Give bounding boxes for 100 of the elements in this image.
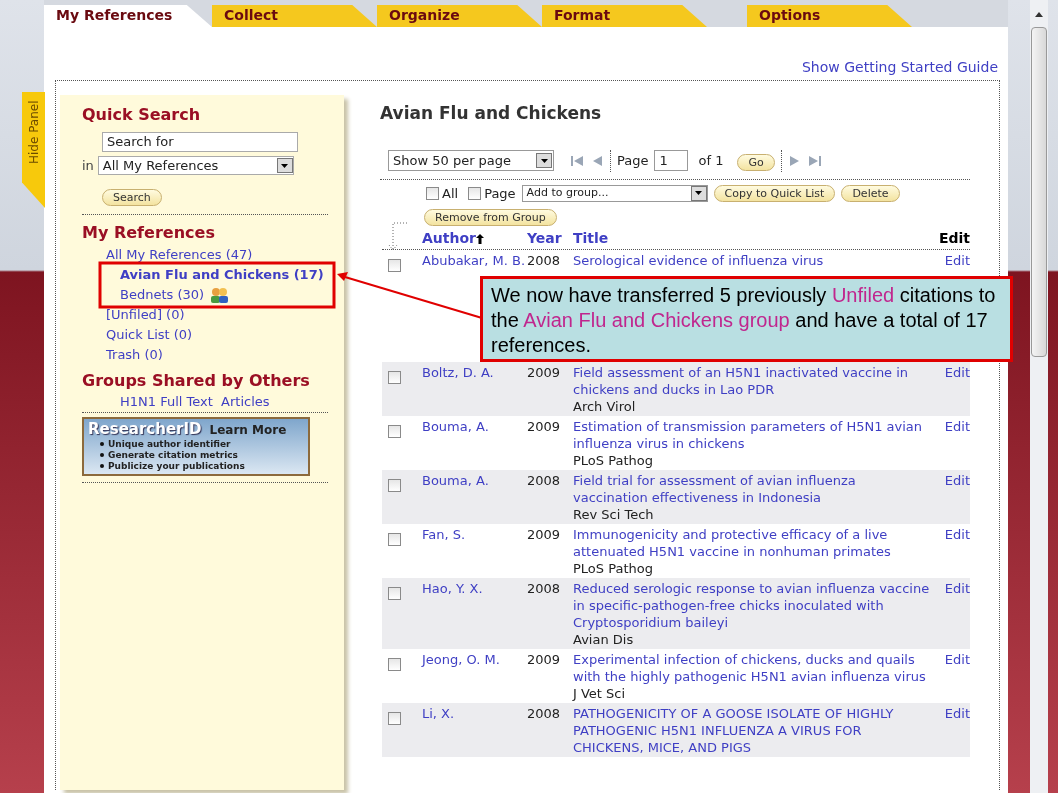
shared-group-link[interactable]: H1N1 Full Text Articles <box>120 392 328 410</box>
search-field[interactable]: Search for <box>102 131 298 152</box>
remove-from-group-button[interactable]: Remove from Group <box>424 209 557 226</box>
group-link[interactable]: Bednets (30) <box>120 284 205 305</box>
panel-heading: Groups Shared by Others <box>82 369 311 392</box>
column-header[interactable]: Author <box>422 228 527 251</box>
year-cell-text: 2008 <box>527 472 562 489</box>
column-header[interactable]: Edit <box>934 228 970 251</box>
checkbox[interactable] <box>388 587 401 600</box>
nav-tab[interactable]: Format <box>542 5 707 27</box>
title-link[interactable]: Field assessment of an H5N1 inactivated vaccine in chickens and ducks in Lao PDR <box>573 364 934 398</box>
edit-link[interactable]: Edit <box>934 472 970 489</box>
banner-bullet: Generate citation metrics <box>108 449 238 461</box>
column-header[interactable]: Year <box>527 228 573 251</box>
checkbox[interactable] <box>388 533 401 546</box>
scrollbar[interactable] <box>1030 0 1048 793</box>
column-header[interactable]: Title <box>573 228 934 251</box>
edit-link[interactable]: Edit <box>934 418 970 435</box>
journal-name: Arch Virol <box>573 398 637 415</box>
bullet-icon <box>100 453 104 457</box>
edit-link[interactable]: Edit <box>934 651 970 668</box>
last-page-icon[interactable] <box>807 154 822 167</box>
first-page-icon[interactable] <box>570 154 584 167</box>
title-link[interactable]: Reduced serologic response to avian influenza vaccine in specific-pathogen-free chicks inoculated with Cryptosporidium baileyi <box>573 580 934 631</box>
title-link[interactable]: Immunogenicity and protective efficacy of a live attenuated H5N1 vaccine in nonhuman primates <box>573 526 934 560</box>
journal-name: PLoS Pathog <box>573 452 654 469</box>
group-link[interactable]: Trash (0) <box>106 344 163 365</box>
page-size-select[interactable]: Show 50 per page <box>388 150 554 171</box>
nav-tab[interactable]: My References <box>44 5 212 27</box>
researcherid-banner[interactable]: ResearcherID Learn More Unique author identifier Generate citation metrics Publicize your publications <box>82 416 310 476</box>
edit-link[interactable]: Edit <box>934 705 970 722</box>
bullet-icon <box>100 442 104 446</box>
checkbox[interactable] <box>388 371 401 384</box>
scrollbar-thumb[interactable] <box>1031 27 1047 357</box>
group-title: Avian Flu and Chickens <box>380 102 603 125</box>
checkbox[interactable] <box>388 712 401 725</box>
nav-tab[interactable]: Options <box>747 5 912 27</box>
panel-heading: My References <box>82 221 216 244</box>
edit-link[interactable]: Edit <box>934 364 970 381</box>
edit-link[interactable]: Edit <box>934 526 970 543</box>
title-link[interactable]: Experimental infection of chickens, ducks and quails with the highly pathogenic H5N1 avian influenza virus <box>573 651 934 685</box>
author-link[interactable]: Li, X. <box>422 705 527 722</box>
sort-up-icon <box>476 233 484 244</box>
checkbox[interactable] <box>388 479 401 492</box>
author-link[interactable]: Bouma, A. <box>422 472 527 489</box>
nav-tab[interactable]: Organize <box>377 5 542 27</box>
author-link[interactable]: Boltz, D. A. <box>422 364 527 381</box>
in-label: in <box>82 157 94 175</box>
banner-bullet: Publicize your publications <box>108 460 245 472</box>
author-link[interactable]: Fan, S. <box>422 526 527 543</box>
hide-panel-tab[interactable]: Hide Panel <box>22 92 45 208</box>
go-button[interactable]: Go <box>737 153 775 171</box>
getting-started-link[interactable]: Show Getting Started Guide <box>801 57 998 78</box>
title-link[interactable]: Estimation of transmission parameters of H5N1 avian influenza virus in chickens <box>573 418 934 452</box>
group-link[interactable]: Avian Flu and Chickens (17) <box>120 264 324 285</box>
author-link[interactable]: Jeong, O. M. <box>422 651 527 668</box>
author-link[interactable]: Hao, Y. X. <box>422 580 527 597</box>
delete-button[interactable]: Delete <box>841 184 900 202</box>
year-cell-text: 2008 <box>527 252 562 269</box>
annotation-callout: We now have transferred 5 previously Unfiled citations to the Avian Flu and Chickens group and have a total of 17 references. <box>480 276 1013 362</box>
journal-name: J Vet Sci <box>573 685 627 702</box>
page-number-field[interactable]: 1 <box>654 150 689 171</box>
journal-name: PLoS Pathog <box>573 560 654 577</box>
scope-select[interactable]: All My References <box>97 156 294 176</box>
learn-more-link[interactable]: Learn More <box>209 420 287 439</box>
year-cell-text: 2009 <box>527 651 562 668</box>
checkbox[interactable] <box>388 425 401 438</box>
journal-name: Rev Sci Tech <box>573 506 655 523</box>
title-link[interactable]: Field trial for assessment of avian influenza vaccination effectiveness in Indonesia <box>573 472 934 506</box>
journal-name: Avian Dis <box>573 631 635 648</box>
edit-link[interactable]: Edit <box>934 580 970 597</box>
year-cell-text: 2009 <box>527 526 562 543</box>
scroll-up-icon[interactable] <box>1035 12 1043 17</box>
title-link[interactable]: Serological evidence of influenza virus <box>573 252 934 269</box>
title-link[interactable]: PATHOGENICITY OF A GOOSE ISOLATE OF HIGHLY PATHOGENIC H5N1 INFLUENZA A VIRUS FOR CHICKENS, MICE, AND PIGS <box>573 705 934 756</box>
checkbox[interactable] <box>468 186 482 200</box>
year-cell-text: 2008 <box>527 705 562 722</box>
checkbox[interactable] <box>388 658 401 671</box>
bullet-icon <box>100 464 104 468</box>
year-cell-text: 2009 <box>527 418 562 435</box>
year-cell-text: 2009 <box>527 364 562 381</box>
copy-to-quick-list-button[interactable]: Copy to Quick List <box>713 184 836 202</box>
banner-bullet: Unique author identifier <box>108 438 231 450</box>
checkbox-label: All <box>442 184 459 203</box>
group-link[interactable]: [Unfiled] (0) <box>106 304 185 325</box>
author-link[interactable]: Bouma, A. <box>422 418 527 435</box>
banner-logo: ResearcherID <box>88 419 202 438</box>
page-count: of 1 <box>698 151 724 170</box>
search-button[interactable]: Search <box>102 188 162 206</box>
dotted-down-arrow-icon <box>386 222 408 252</box>
group-link[interactable]: All My References (47) <box>106 244 253 265</box>
group-link[interactable]: Quick List (0) <box>106 324 193 345</box>
nav-tab[interactable]: Collect <box>212 5 377 27</box>
panel-heading: Quick Search <box>82 104 202 126</box>
add-to-group-select[interactable]: Add to group... <box>521 184 708 202</box>
checkbox-label: Page <box>484 184 516 203</box>
checkbox[interactable] <box>388 259 401 272</box>
checkbox[interactable] <box>426 186 439 200</box>
author-link[interactable]: Abubakar, M. B. <box>422 252 527 269</box>
edit-link[interactable]: Edit <box>934 252 970 269</box>
